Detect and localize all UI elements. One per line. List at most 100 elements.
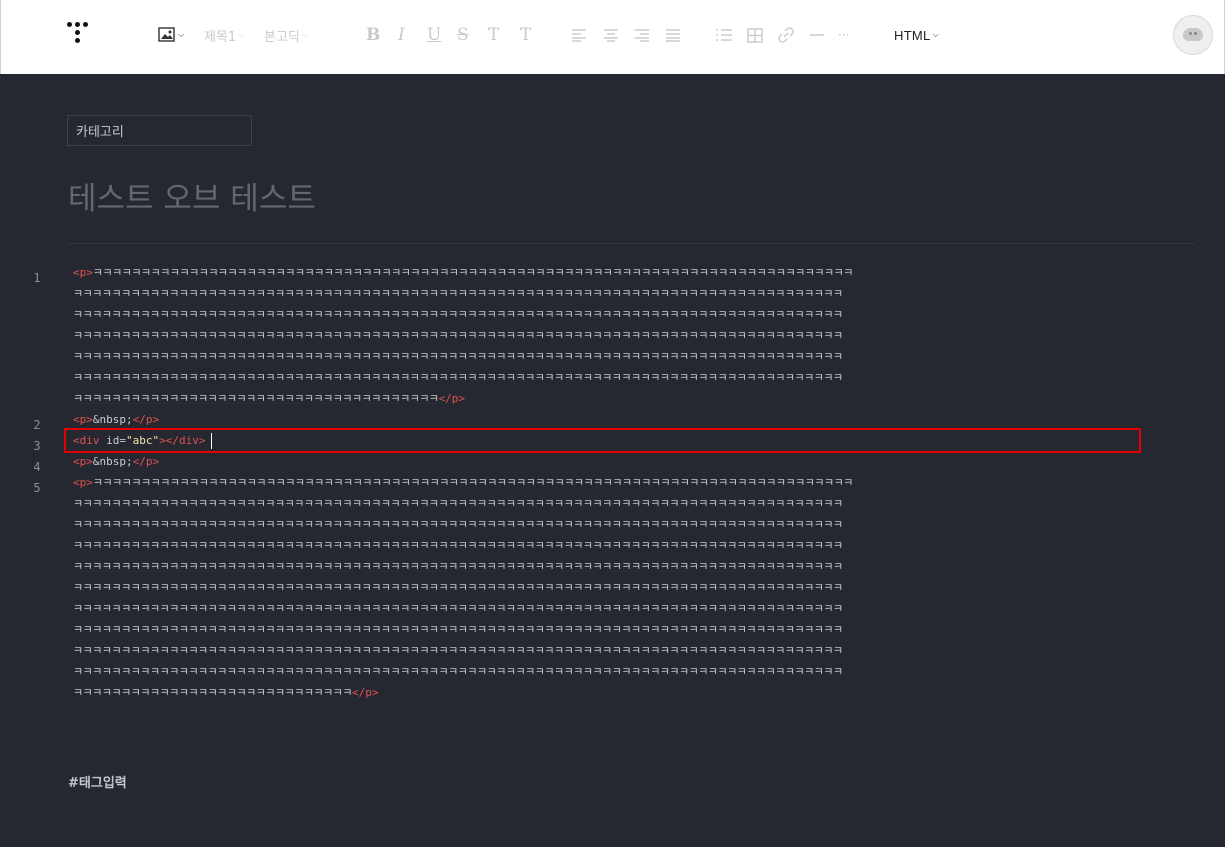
chevron-down-icon: ⌵ (301, 30, 308, 39)
code-text-row: ㅋㅋㅋㅋㅋㅋㅋㅋㅋㅋㅋㅋㅋㅋㅋㅋㅋㅋㅋㅋㅋㅋㅋㅋㅋㅋㅋㅋㅋㅋㅋㅋㅋㅋㅋㅋㅋㅋㅋㅋ… (73, 367, 1185, 388)
font-select[interactable]: 본고딕 ⌵ (264, 26, 308, 45)
table-button[interactable] (747, 26, 763, 44)
code-text-row: ㅋㅋㅋㅋㅋㅋㅋㅋㅋㅋㅋㅋㅋㅋㅋㅋㅋㅋㅋㅋㅋㅋㅋㅋㅋㅋㅋㅋㅋㅋㅋㅋㅋㅋㅋㅋㅋㅋㅋㅋ… (73, 556, 1185, 577)
filler-text: ㅋㅋㅋㅋㅋㅋㅋㅋㅋㅋㅋㅋㅋㅋㅋㅋㅋㅋㅋㅋㅋㅋㅋㅋㅋㅋㅋㅋㅋ (73, 686, 352, 699)
chevron-down-icon: ⌵ (178, 30, 185, 39)
strikethrough-icon: S (457, 25, 469, 45)
code-text-row: ㅋㅋㅋㅋㅋㅋㅋㅋㅋㅋㅋㅋㅋㅋㅋㅋㅋㅋㅋㅋㅋㅋㅋㅋㅋㅋㅋㅋㅋㅋㅋㅋㅋㅋㅋㅋㅋㅋㅋㅋ… (73, 346, 1185, 367)
filler-text: ㅋㅋㅋㅋㅋㅋㅋㅋㅋㅋㅋㅋㅋㅋㅋㅋㅋㅋㅋㅋㅋㅋㅋㅋㅋㅋㅋㅋㅋㅋㅋㅋㅋㅋㅋㅋㅋㅋㅋㅋ… (73, 497, 843, 510)
tistory-logo-icon[interactable] (67, 22, 95, 50)
filler-text: ㅋㅋㅋㅋㅋㅋㅋㅋㅋㅋㅋㅋㅋㅋㅋㅋㅋㅋㅋㅋㅋㅋㅋㅋㅋㅋㅋㅋㅋㅋㅋㅋㅋㅋㅋㅋㅋㅋㅋㅋ… (73, 560, 843, 573)
filler-text: ㅋㅋㅋㅋㅋㅋㅋㅋㅋㅋㅋㅋㅋㅋㅋㅋㅋㅋㅋㅋㅋㅋㅋㅋㅋㅋㅋㅋㅋㅋㅋㅋㅋㅋㅋㅋㅋㅋㅋㅋ… (73, 350, 843, 363)
editor-mode-select[interactable]: HTML ⌵ (894, 26, 939, 44)
link-button[interactable] (778, 26, 794, 44)
bold-icon: B (366, 25, 381, 45)
background-color-button[interactable]: T (520, 25, 531, 45)
p-close-tag: </p> (132, 455, 160, 468)
list-icon (716, 29, 732, 41)
code-text-row: ㅋㅋㅋㅋㅋㅋㅋㅋㅋㅋㅋㅋㅋㅋㅋㅋㅋㅋㅋㅋㅋㅋㅋㅋㅋㅋㅋㅋㅋㅋㅋㅋㅋㅋㅋㅋㅋㅋㅋㅋ… (73, 640, 1185, 661)
font-select-label: 본고딕 (264, 29, 300, 45)
align-justify-button[interactable] (665, 26, 681, 44)
line-number: 4 (33, 460, 41, 474)
chevron-down-icon: ⌵ (238, 30, 245, 39)
p-close-tag: </p> (351, 686, 379, 699)
code-text-row: ㅋㅋㅋㅋㅋㅋㅋㅋㅋㅋㅋㅋㅋㅋㅋㅋㅋㅋㅋㅋㅋㅋㅋㅋㅋㅋㅋㅋㅋㅋㅋㅋㅋㅋㅋㅋㅋㅋㅋㅋ… (73, 598, 1185, 619)
insert-image-button[interactable]: ⌵ (158, 26, 184, 44)
nbsp-entity: &nbsp; (92, 413, 133, 426)
heading-select-label: 제목1 (204, 29, 237, 45)
p-open-tag: <p> (73, 455, 93, 468)
code-text-row: ㅋㅋㅋㅋㅋㅋㅋㅋㅋㅋㅋㅋㅋㅋㅋㅋㅋㅋㅋㅋㅋㅋㅋㅋㅋㅋㅋㅋㅋㅋㅋㅋㅋㅋㅋㅋㅋㅋㅋㅋ… (73, 493, 1185, 514)
filler-text: ㅋㅋㅋㅋㅋㅋㅋㅋㅋㅋㅋㅋㅋㅋㅋㅋㅋㅋㅋㅋㅋㅋㅋㅋㅋㅋㅋㅋㅋㅋㅋㅋㅋㅋㅋㅋㅋㅋㅋㅋ… (73, 623, 843, 636)
align-center-button[interactable] (603, 26, 619, 44)
filler-text: ㅋㅋㅋㅋㅋㅋㅋㅋㅋㅋㅋㅋㅋㅋㅋㅋㅋㅋㅋㅋㅋㅋㅋㅋㅋㅋㅋㅋㅋㅋㅋㅋㅋㅋㅋㅋㅋㅋㅋㅋ… (73, 287, 843, 300)
heading-select[interactable]: 제목1 ⌵ (204, 26, 245, 45)
filler-text: ㅋㅋㅋㅋㅋㅋㅋㅋㅋㅋㅋㅋㅋㅋㅋㅋㅋㅋㅋㅋㅋㅋㅋㅋㅋㅋㅋㅋㅋㅋㅋㅋㅋㅋㅋㅋㅋㅋㅋㅋ… (92, 476, 853, 489)
code-text-row: ㅋㅋㅋㅋㅋㅋㅋㅋㅋㅋㅋㅋㅋㅋㅋㅋㅋㅋㅋㅋㅋㅋㅋㅋㅋㅋㅋㅋㅋㅋㅋㅋㅋㅋㅋㅋㅋㅋㅋㅋ… (73, 304, 1185, 325)
filler-text: ㅋㅋㅋㅋㅋㅋㅋㅋㅋㅋㅋㅋㅋㅋㅋㅋㅋㅋㅋㅋㅋㅋㅋㅋㅋㅋㅋㅋㅋㅋㅋㅋㅋㅋㅋㅋㅋㅋㅋㅋ… (73, 602, 843, 615)
category-label: 카테고리 (76, 125, 124, 140)
horizontal-line-button[interactable] (809, 26, 825, 44)
filler-text: ㅋㅋㅋㅋㅋㅋㅋㅋㅋㅋㅋㅋㅋㅋㅋㅋㅋㅋㅋㅋㅋㅋㅋㅋㅋㅋㅋㅋㅋㅋㅋㅋㅋㅋㅋㅋㅋㅋㅋㅋ… (73, 644, 843, 657)
underline-icon: U (427, 25, 442, 45)
code-text-row: ㅋㅋㅋㅋㅋㅋㅋㅋㅋㅋㅋㅋㅋㅋㅋㅋㅋㅋㅋㅋㅋㅋㅋㅋㅋㅋㅋㅋㅋㅋㅋㅋㅋㅋㅋㅋㅋㅋㅋㅋ… (73, 535, 1185, 556)
list-button[interactable] (715, 26, 733, 44)
line-number: 2 (33, 418, 41, 432)
underline-button[interactable]: U (427, 25, 442, 45)
align-justify-icon (666, 29, 680, 42)
code-line-1[interactable]: <p>ㅋㅋㅋㅋㅋㅋㅋㅋㅋㅋㅋㅋㅋㅋㅋㅋㅋㅋㅋㅋㅋㅋㅋㅋㅋㅋㅋㅋㅋㅋㅋㅋㅋㅋㅋㅋㅋ… (73, 262, 1185, 409)
text-color-icon: T (488, 25, 500, 45)
code-text-row: ㅋㅋㅋㅋㅋㅋㅋㅋㅋㅋㅋㅋㅋㅋㅋㅋㅋㅋㅋㅋㅋㅋㅋㅋㅋㅋㅋㅋㅋㅋㅋㅋㅋㅋㅋㅋㅋㅋㅋㅋ… (73, 577, 1185, 598)
text-color-button[interactable]: T (488, 25, 500, 45)
code-text-row: ㅋㅋㅋㅋㅋㅋㅋㅋㅋㅋㅋㅋㅋㅋㅋㅋㅋㅋㅋㅋㅋㅋㅋㅋㅋㅋㅋㅋㅋㅋㅋㅋㅋㅋㅋㅋㅋㅋㅋㅋ… (73, 325, 1185, 346)
align-center-icon (604, 29, 618, 42)
line-number: 5 (33, 481, 41, 495)
line-number: 1 (33, 271, 41, 285)
filler-text: ㅋㅋㅋㅋㅋㅋㅋㅋㅋㅋㅋㅋㅋㅋㅋㅋㅋㅋㅋㅋㅋㅋㅋㅋㅋㅋㅋㅋㅋㅋㅋㅋㅋㅋㅋㅋㅋㅋㅋㅋ… (73, 329, 843, 342)
align-left-button[interactable] (571, 26, 587, 44)
more-icon: ··· (838, 28, 850, 42)
filler-text: ㅋㅋㅋㅋㅋㅋㅋㅋㅋㅋㅋㅋㅋㅋㅋㅋㅋㅋㅋㅋㅋㅋㅋㅋㅋㅋㅋㅋㅋㅋㅋㅋㅋㅋㅋㅋㅋㅋㅋㅋ… (73, 665, 843, 678)
code-text-row: ㅋㅋㅋㅋㅋㅋㅋㅋㅋㅋㅋㅋㅋㅋㅋㅋㅋㅋㅋㅋㅋㅋㅋㅋㅋㅋㅋㅋㅋㅋㅋㅋㅋㅋㅋㅋㅋㅋㅋㅋ… (73, 514, 1185, 535)
filler-text: ㅋㅋㅋㅋㅋㅋㅋㅋㅋㅋㅋㅋㅋㅋㅋㅋㅋㅋㅋㅋㅋㅋㅋㅋㅋㅋㅋㅋㅋㅋㅋㅋㅋㅋㅋㅋㅋㅋㅋㅋ… (73, 371, 843, 384)
p-close-tag: </p> (438, 392, 466, 405)
code-text-row: ㅋㅋㅋㅋㅋㅋㅋㅋㅋㅋㅋㅋㅋㅋㅋㅋㅋㅋㅋㅋㅋㅋㅋㅋㅋㅋㅋㅋㅋㅋㅋㅋㅋㅋㅋㅋㅋㅋ</… (73, 388, 1185, 409)
code-text-row: <p>ㅋㅋㅋㅋㅋㅋㅋㅋㅋㅋㅋㅋㅋㅋㅋㅋㅋㅋㅋㅋㅋㅋㅋㅋㅋㅋㅋㅋㅋㅋㅋㅋㅋㅋㅋㅋㅋ… (73, 472, 1185, 493)
code-line-5[interactable]: <p>ㅋㅋㅋㅋㅋㅋㅋㅋㅋㅋㅋㅋㅋㅋㅋㅋㅋㅋㅋㅋㅋㅋㅋㅋㅋㅋㅋㅋㅋㅋㅋㅋㅋㅋㅋㅋㅋ… (73, 472, 1185, 703)
user-avatar[interactable] (1173, 15, 1213, 55)
strikethrough-button[interactable]: S (457, 25, 469, 45)
p-open-tag: <p> (73, 266, 93, 279)
editor-toolbar: ⌵ 제목1 ⌵ 본고딕 ⌵ B I U S T T ··· HTML ⌵ (0, 0, 1225, 74)
link-icon (778, 27, 794, 43)
align-right-icon (635, 29, 649, 42)
avatar-face-icon (1183, 28, 1203, 41)
editor-mode-label: HTML (894, 27, 931, 43)
post-title-input[interactable]: 테스트 오브 테스트 (68, 173, 316, 218)
p-close-tag: </p> (132, 413, 160, 426)
filler-text: ㅋㅋㅋㅋㅋㅋㅋㅋㅋㅋㅋㅋㅋㅋㅋㅋㅋㅋㅋㅋㅋㅋㅋㅋㅋㅋㅋㅋㅋㅋㅋㅋㅋㅋㅋㅋㅋㅋ (73, 392, 439, 405)
tag-input[interactable]: #태그입력 (68, 772, 127, 791)
code-text-row: <p>ㅋㅋㅋㅋㅋㅋㅋㅋㅋㅋㅋㅋㅋㅋㅋㅋㅋㅋㅋㅋㅋㅋㅋㅋㅋㅋㅋㅋㅋㅋㅋㅋㅋㅋㅋㅋㅋ… (73, 262, 1185, 283)
nbsp-entity: &nbsp; (92, 455, 133, 468)
p-open-tag: <p> (73, 476, 93, 489)
more-button[interactable]: ··· (838, 26, 849, 44)
line-number: 3 (33, 439, 41, 453)
filler-text: ㅋㅋㅋㅋㅋㅋㅋㅋㅋㅋㅋㅋㅋㅋㅋㅋㅋㅋㅋㅋㅋㅋㅋㅋㅋㅋㅋㅋㅋㅋㅋㅋㅋㅋㅋㅋㅋㅋㅋㅋ… (73, 518, 843, 531)
category-select[interactable]: 카테고리 (67, 115, 252, 146)
filler-text: ㅋㅋㅋㅋㅋㅋㅋㅋㅋㅋㅋㅋㅋㅋㅋㅋㅋㅋㅋㅋㅋㅋㅋㅋㅋㅋㅋㅋㅋㅋㅋㅋㅋㅋㅋㅋㅋㅋㅋㅋ… (73, 581, 843, 594)
filler-text: ㅋㅋㅋㅋㅋㅋㅋㅋㅋㅋㅋㅋㅋㅋㅋㅋㅋㅋㅋㅋㅋㅋㅋㅋㅋㅋㅋㅋㅋㅋㅋㅋㅋㅋㅋㅋㅋㅋㅋㅋ… (73, 308, 843, 321)
filler-text: ㅋㅋㅋㅋㅋㅋㅋㅋㅋㅋㅋㅋㅋㅋㅋㅋㅋㅋㅋㅋㅋㅋㅋㅋㅋㅋㅋㅋㅋㅋㅋㅋㅋㅋㅋㅋㅋㅋㅋㅋ… (73, 539, 843, 552)
bold-button[interactable]: B (366, 25, 381, 45)
code-text-row: ㅋㅋㅋㅋㅋㅋㅋㅋㅋㅋㅋㅋㅋㅋㅋㅋㅋㅋㅋㅋㅋㅋㅋㅋㅋㅋㅋㅋㅋㅋㅋㅋㅋㅋㅋㅋㅋㅋㅋㅋ… (73, 661, 1185, 682)
title-divider (67, 243, 1195, 244)
code-line-2[interactable]: <p>&nbsp;</p> (73, 409, 1185, 430)
horizontal-line-icon (810, 34, 824, 36)
filler-text: ㅋㅋㅋㅋㅋㅋㅋㅋㅋㅋㅋㅋㅋㅋㅋㅋㅋㅋㅋㅋㅋㅋㅋㅋㅋㅋㅋㅋㅋㅋㅋㅋㅋㅋㅋㅋㅋㅋㅋㅋ… (92, 266, 853, 279)
highlight-box (64, 428, 1141, 453)
code-text-row: ㅋㅋㅋㅋㅋㅋㅋㅋㅋㅋㅋㅋㅋㅋㅋㅋㅋㅋㅋㅋㅋㅋㅋㅋㅋㅋㅋㅋㅋㅋㅋㅋㅋㅋㅋㅋㅋㅋㅋㅋ… (73, 619, 1185, 640)
italic-button[interactable]: I (398, 25, 405, 45)
code-text-row: ㅋㅋㅋㅋㅋㅋㅋㅋㅋㅋㅋㅋㅋㅋㅋㅋㅋㅋㅋㅋㅋㅋㅋㅋㅋㅋㅋㅋㅋ</p> (73, 682, 1185, 703)
align-right-button[interactable] (634, 26, 650, 44)
code-line-4[interactable]: <p>&nbsp;</p> (73, 451, 1185, 472)
image-icon (158, 27, 175, 42)
